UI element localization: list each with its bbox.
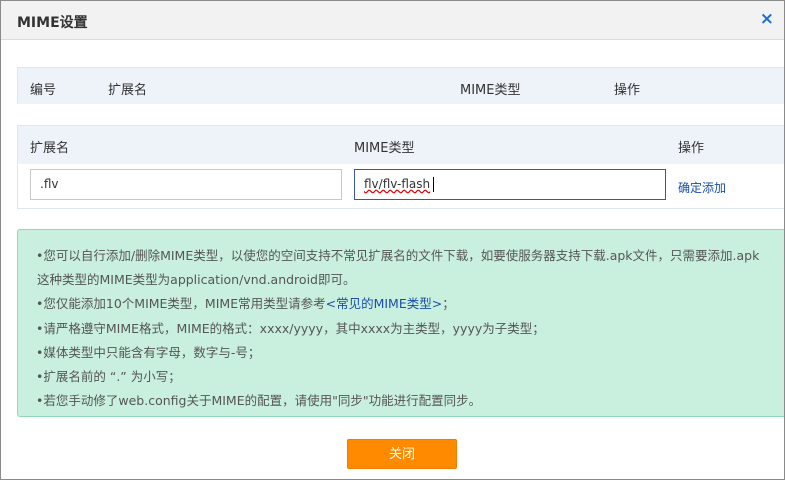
- mime-type-input[interactable]: flv/flv-flash: [354, 169, 666, 200]
- add-mime-form: 扩展名 MIME类型 操作 .flv flv/flv-flash 确定添加: [17, 125, 784, 209]
- column-header-action: 操作: [614, 83, 641, 98]
- tip-line: •您可以自行添加/删除MIME类型，以使您的空间支持不常见扩展名的文件下载，如要…: [36, 248, 760, 263]
- column-header-id: 编号: [30, 83, 57, 98]
- form-header-extension: 扩展名: [30, 141, 70, 156]
- text-cursor: [433, 177, 435, 192]
- tip-line: •您仅能添加10个MIME类型，MIME常用类型请参考<常见的MIME类型>；: [36, 293, 455, 312]
- tip-line: 这种类型的MIME类型为application/vnd.android即可。: [37, 272, 356, 287]
- tip-line: •扩展名前的 “.” 为小写；: [36, 369, 181, 384]
- column-header-extension: 扩展名: [108, 83, 148, 98]
- add-form-header: 扩展名 MIME类型 操作: [18, 126, 784, 164]
- tip-line: •媒体类型中只能含有字母，数字与-号；: [36, 345, 261, 360]
- tip-text: •您仅能添加10个MIME类型，MIME常用类型请参考: [36, 296, 326, 311]
- mime-list-table-header: 编号 扩展名 MIME类型 操作: [17, 67, 784, 104]
- mime-settings-dialog: MIME设置 × 编号 扩展名 MIME类型 操作 扩展名 MIME类型 操作 …: [0, 0, 785, 480]
- form-header-action: 操作: [678, 141, 705, 156]
- tip-line: •若您手动修了web.config关于MIME的配置，请使用"同步"功能进行配置…: [36, 393, 482, 408]
- tip-text: ；: [442, 296, 455, 311]
- close-button[interactable]: 关闭: [347, 439, 457, 469]
- confirm-add-link[interactable]: 确定添加: [678, 179, 726, 196]
- column-header-mime-type: MIME类型: [460, 83, 521, 98]
- extension-input[interactable]: .flv: [30, 169, 342, 200]
- close-icon[interactable]: ×: [760, 9, 774, 29]
- dialog-titlebar: MIME设置 ×: [1, 1, 784, 40]
- extension-input-value: .flv: [40, 177, 59, 191]
- common-mime-types-link[interactable]: <常见的MIME类型>: [326, 296, 443, 311]
- form-header-mime-type: MIME类型: [354, 141, 415, 156]
- mime-type-input-value: flv/flv-flash: [364, 177, 431, 191]
- tip-line: •请严格遵守MIME格式，MIME的格式：xxxx/yyyy，其中xxxx为主类…: [36, 321, 545, 336]
- dialog-title: MIME设置: [17, 15, 88, 31]
- tips-panel: •您可以自行添加/删除MIME类型，以使您的空间支持不常见扩展名的文件下载，如要…: [17, 229, 784, 417]
